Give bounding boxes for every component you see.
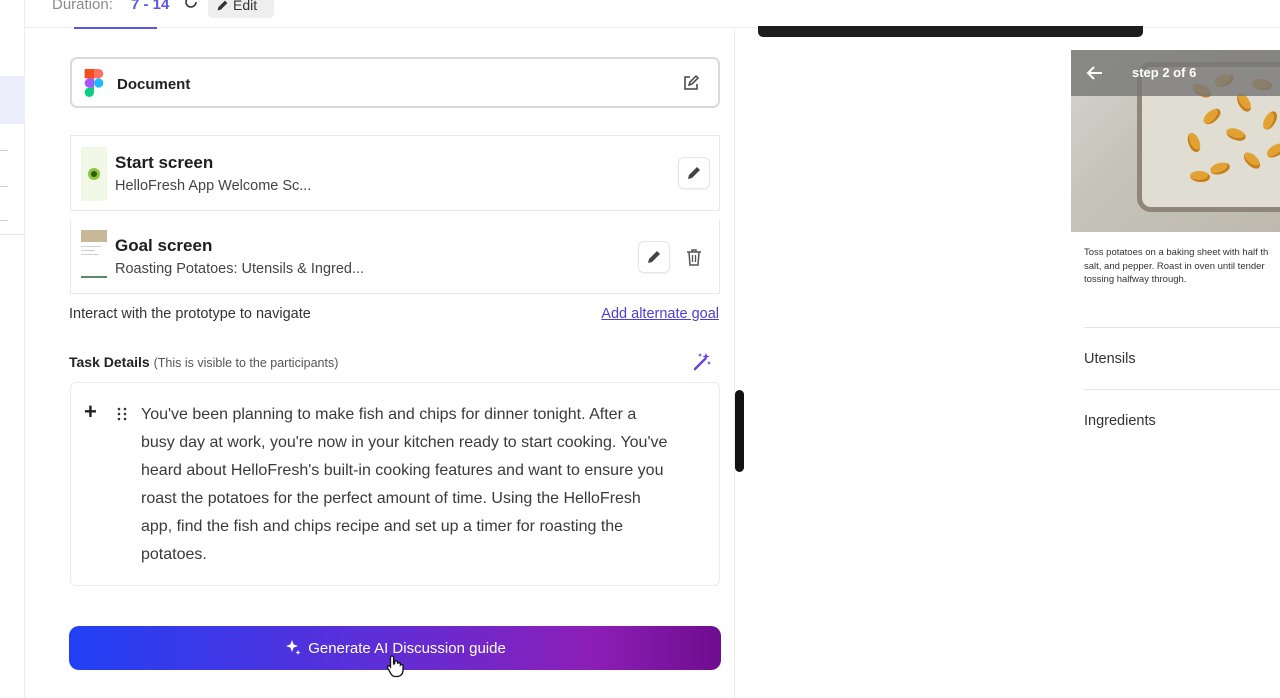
- pencil-icon: [648, 251, 660, 263]
- start-screen-subtitle: HelloFresh App Welcome Sc...: [115, 178, 312, 194]
- start-screen-thumbnail: [81, 147, 107, 201]
- divider: [1084, 389, 1280, 390]
- pencil-icon: [688, 167, 700, 179]
- rail-active-item[interactable]: [0, 76, 25, 124]
- edit-start-screen-button[interactable]: [678, 157, 710, 189]
- refresh-icon[interactable]: [183, 0, 199, 10]
- duration-label: Duration:: [52, 0, 113, 13]
- edit-button[interactable]: Edit: [208, 0, 274, 18]
- task-details-text[interactable]: You've been planning to make fish and ch…: [141, 401, 671, 569]
- add-block-icon[interactable]: +: [84, 401, 97, 423]
- document-title: Document: [117, 76, 191, 93]
- goal-screen-thumbnail: [81, 230, 107, 286]
- preview-nav-bar: step 2 of 6: [1071, 50, 1280, 96]
- step-indicator: step 2 of 6: [1132, 65, 1197, 80]
- drag-handle-icon[interactable]: [117, 407, 127, 421]
- edit-button-label: Edit: [233, 0, 258, 13]
- hand-cursor-icon: [386, 655, 404, 678]
- task-details-editor[interactable]: + You've been planning to make fish and …: [70, 382, 720, 586]
- start-screen-card[interactable]: Start screen HelloFresh App Welcome Sc..…: [70, 135, 720, 211]
- sparkle-icon: [286, 640, 301, 655]
- start-screen-title: Start screen: [115, 153, 214, 172]
- magic-wand-icon[interactable]: [692, 352, 712, 372]
- edit-document-icon[interactable]: [682, 74, 700, 92]
- rail-divider: [0, 234, 25, 235]
- edit-goal-screen-button[interactable]: [638, 241, 670, 273]
- figma-icon: [84, 69, 104, 97]
- generate-button-label: Generate AI Discussion guide: [308, 639, 506, 657]
- duration-value: 7 - 14: [131, 0, 170, 13]
- ingredients-section[interactable]: Ingredients: [1084, 413, 1156, 429]
- back-arrow-icon[interactable]: [1085, 63, 1105, 83]
- top-bar: Duration: 7 - 14 Edit: [25, 0, 1280, 29]
- trash-icon: [687, 249, 701, 266]
- document-card[interactable]: Document: [70, 57, 720, 108]
- rail-tick: [0, 220, 8, 221]
- task-details-title: Task Details: [69, 354, 150, 370]
- prototype-preview[interactable]: step 2 of 6 Toss potatoes on a baking sh…: [1071, 50, 1280, 698]
- goal-screen-title: Goal screen: [115, 236, 213, 255]
- task-settings-panel: Document Start screen HelloFresh App Wel…: [45, 29, 735, 698]
- task-details-note: (This is visible to the participants): [153, 356, 339, 370]
- preview-frame-edge: [758, 26, 1143, 37]
- add-alternate-goal-link[interactable]: Add alternate goal: [601, 306, 719, 322]
- goal-screen-card[interactable]: Goal screen Roasting Potatoes: Utensils …: [70, 220, 720, 294]
- divider: [1084, 327, 1280, 328]
- rail-tick: [0, 150, 8, 151]
- rail-tick: [0, 186, 8, 187]
- pencil-icon: [217, 0, 228, 10]
- task-details-label: Task Details (This is visible to the par…: [69, 354, 338, 370]
- left-rail: [0, 0, 25, 698]
- goal-screen-subtitle: Roasting Potatoes: Utensils & Ingred...: [115, 261, 365, 277]
- utensils-section[interactable]: Utensils: [1084, 351, 1136, 367]
- step-description: Toss potatoes on a baking sheet with hal…: [1084, 247, 1269, 285]
- prototype-hint: Interact with the prototype to navigate: [69, 306, 311, 322]
- delete-goal-screen-button[interactable]: [678, 241, 710, 273]
- recipe-step-photo: step 2 of 6: [1071, 50, 1280, 232]
- panel-resize-handle[interactable]: [735, 390, 744, 472]
